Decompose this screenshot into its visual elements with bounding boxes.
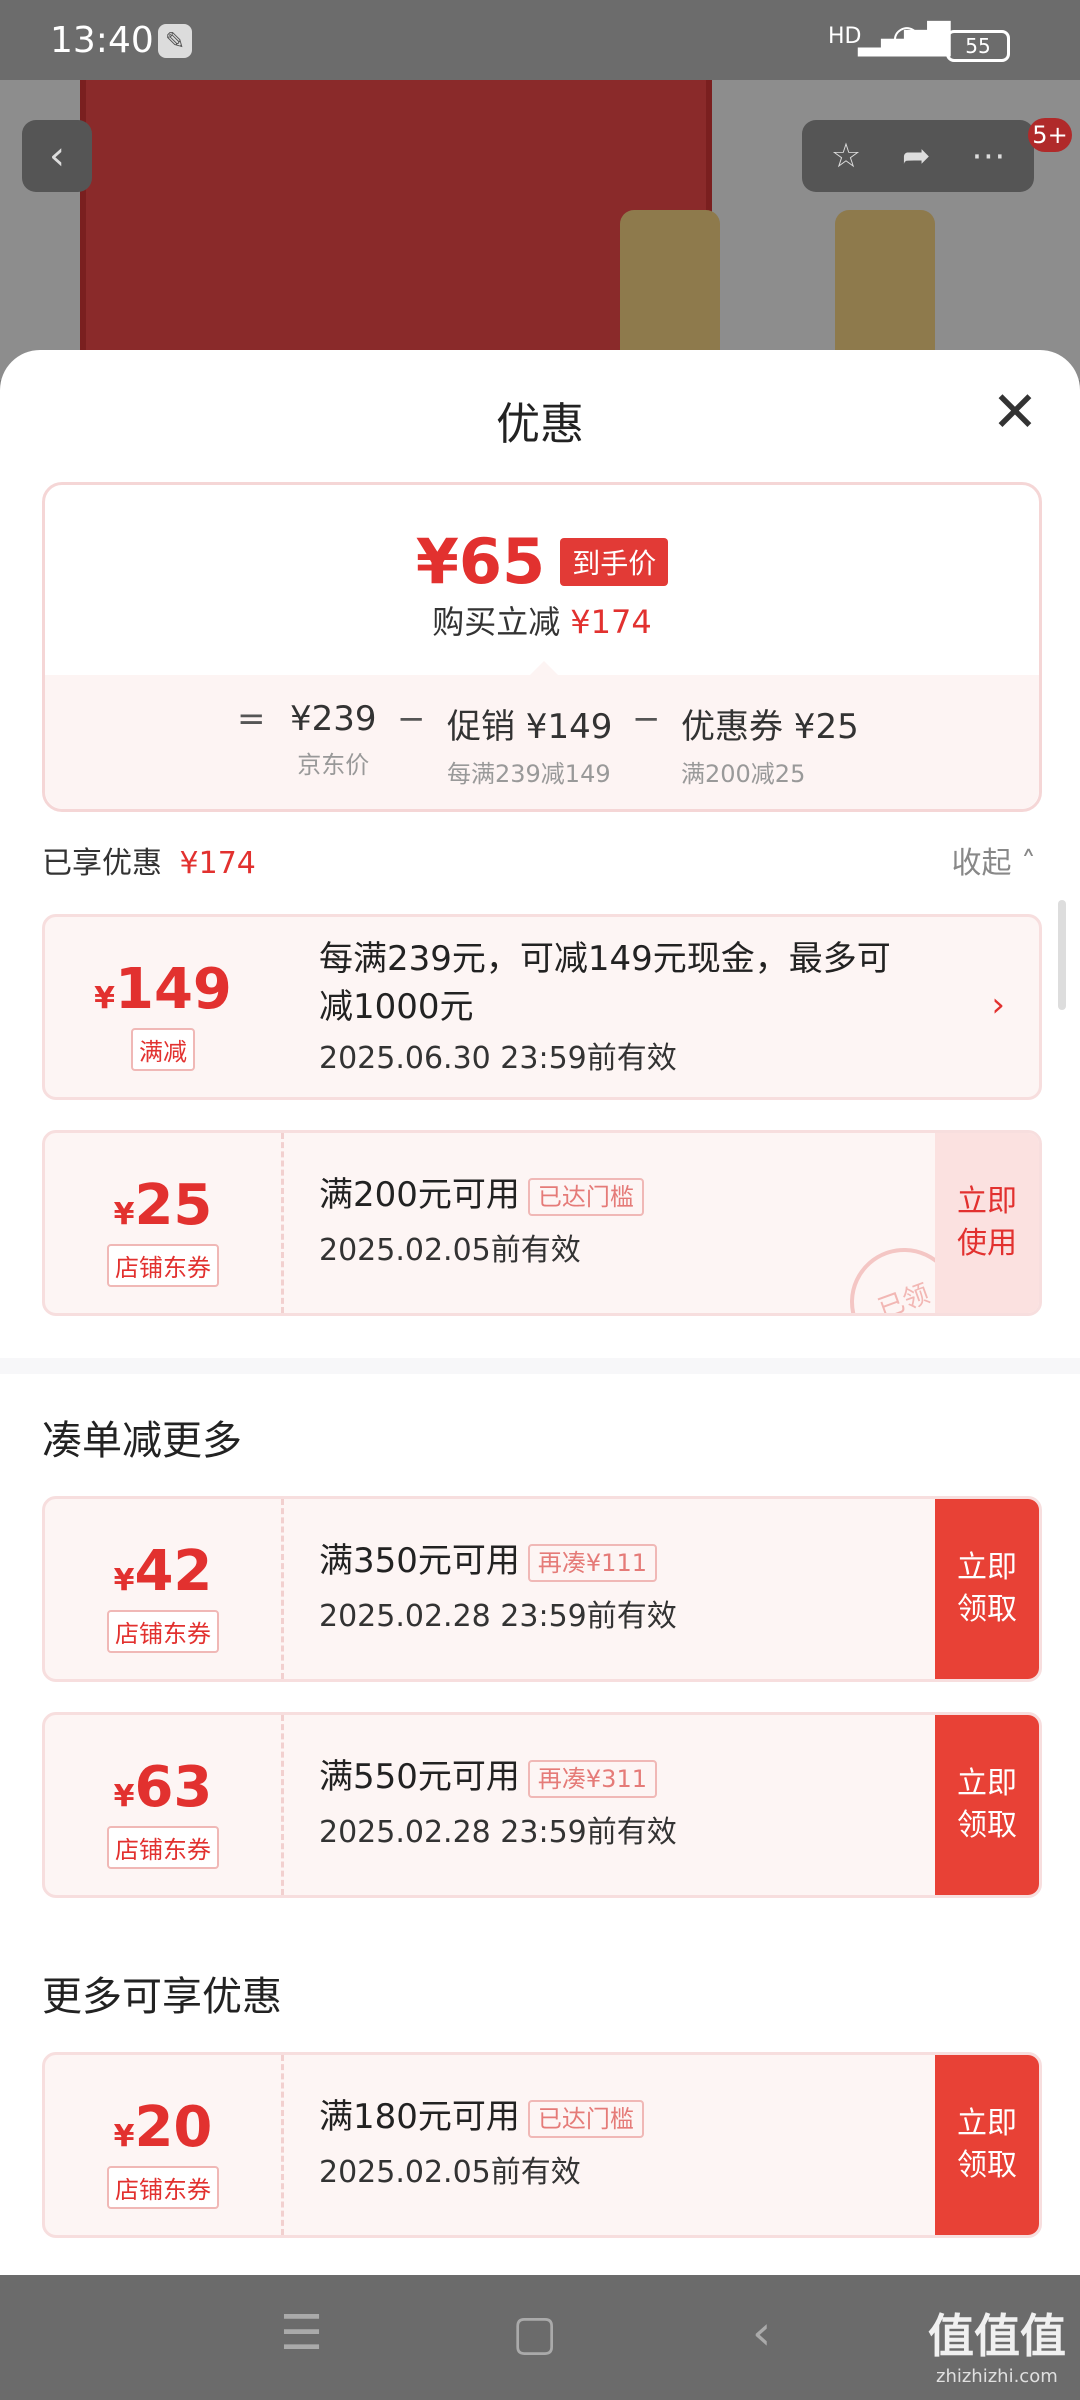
home-icon[interactable]: ▢ — [512, 2305, 557, 2361]
section-title: 更多可享优惠 — [42, 1974, 282, 2020]
enjoyed-discount-row: 已享优惠 ¥174 收起 ˄ — [42, 838, 1036, 882]
coupon-type-tag: 店铺东券 — [107, 1244, 219, 1287]
discount-sheet: 优惠 ✕ ¥65 到手价 购买立减 ¥174 = ¥239 京东价 − 促销 ¥1… — [0, 350, 1080, 2275]
savings-label: 购买立减 — [432, 603, 561, 641]
coupon-condition-tag: 已达门槛 — [527, 1177, 644, 1216]
star-icon[interactable]: ☆ — [831, 136, 861, 176]
savings-row: 购买立减 ¥174 — [45, 597, 1039, 643]
battery-icon: 55 — [946, 30, 1010, 62]
menu-icon[interactable]: ☰ — [280, 2305, 323, 2361]
coupon-amount: 20 — [134, 2095, 213, 2160]
status-bar: 13:40 ✎ HD ▂▄▆█ ◠ 55 — [0, 0, 1080, 80]
coupon-amount: 149 — [114, 957, 232, 1022]
breakdown-item: ¥239 京东价 — [290, 699, 377, 779]
coupon-card: ¥42 店铺东券 满350元可用 再凑¥111 2025.02.28 23:59前… — [42, 1496, 1042, 1682]
coupon-type-tag: 店铺东券 — [107, 1610, 219, 1653]
coupon-amount: 42 — [134, 1539, 213, 1604]
claim-now-button[interactable]: 立即领取 — [935, 1715, 1039, 1895]
claim-now-button[interactable]: 立即领取 — [935, 2055, 1039, 2235]
coupon-title: 每满239元，可减149元现金，最多可减1000元 — [319, 939, 891, 1027]
status-time: 13:40 — [50, 20, 154, 61]
final-price: ¥65 — [415, 525, 546, 598]
coupon-divider — [281, 1715, 284, 1895]
watermark-logo: 值值值 — [928, 2309, 1066, 2363]
coupon-title: 满550元可用 — [319, 1757, 520, 1797]
coupon-valid-date: 2025.02.28 23:59前有效 — [319, 1599, 677, 1634]
chevron-up-icon: ˄ — [1021, 846, 1036, 881]
coupon-type-tag: 店铺东券 — [107, 1826, 219, 1869]
coupon-valid-date: 2025.06.30 23:59前有效 — [319, 1041, 677, 1076]
coupon-amount: 63 — [134, 1755, 213, 1820]
back-nav-icon[interactable]: ‹ — [752, 2305, 771, 2361]
coupon-type-tag: 满减 — [131, 1028, 195, 1071]
minus-sign: − — [632, 699, 661, 739]
coupon-card: ¥25 店铺东券 满200元可用 已达门槛 2025.02.05前有效 已领 立即… — [42, 1130, 1042, 1316]
gift-box-image — [80, 80, 712, 380]
final-price-tag: 到手价 — [560, 537, 669, 586]
enjoyed-label: 已享优惠 — [42, 846, 162, 881]
share-icon[interactable]: ➦ — [902, 136, 931, 176]
hd-signal-label: HD — [828, 24, 862, 49]
sheet-title: 优惠 — [496, 399, 584, 450]
final-price-row: ¥65 到手价 — [45, 525, 1039, 598]
message-badge: 5+ — [1028, 118, 1072, 152]
enjoyed-amount: ¥174 — [179, 846, 256, 881]
more-icon[interactable]: ⋯ — [971, 136, 1005, 176]
scrollbar[interactable] — [1058, 900, 1066, 1010]
wifi-icon: ◠ — [892, 18, 922, 58]
collapse-button[interactable]: 收起 ˄ — [951, 838, 1036, 882]
coupon-divider — [281, 1133, 284, 1313]
coupon-card: ¥63 店铺东券 满550元可用 再凑¥311 2025.02.28 23:59前… — [42, 1712, 1042, 1898]
chevron-right-icon[interactable]: › — [991, 985, 1005, 1025]
coupon-title: 满350元可用 — [319, 1541, 520, 1581]
coupon-valid-date: 2025.02.05前有效 — [319, 2155, 581, 2190]
minus-sign: − — [397, 699, 426, 739]
watermark-url: zhizhizhi.com — [936, 2366, 1058, 2387]
pointer-triangle — [530, 661, 558, 675]
coupon-condition-tag: 再凑¥111 — [527, 1543, 657, 1582]
system-nav-bar: ☰ ▢ ‹ — [0, 2275, 1080, 2400]
claim-now-button[interactable]: 立即领取 — [935, 1499, 1039, 1679]
section-title: 凑单减更多 — [42, 1418, 242, 1464]
breakdown-item: 促销 ¥149 每满239减149 — [447, 707, 613, 788]
coupon-amount: 25 — [134, 1173, 213, 1238]
top-actions: ☆ ➦ ⋯ — [802, 120, 1034, 192]
price-breakdown: = ¥239 京东价 − 促销 ¥149 每满239减149 − 优惠券 ¥25… — [45, 675, 1039, 809]
close-icon[interactable]: ✕ — [990, 385, 1040, 441]
section-gap — [0, 1358, 1080, 1374]
equals-sign: = — [237, 699, 266, 739]
coupon-divider — [281, 2055, 284, 2235]
coupon-type-tag: 店铺东券 — [107, 2166, 219, 2209]
wrench-icon: ✎ — [158, 24, 192, 58]
breakdown-item: 优惠券 ¥25 满200减25 — [681, 707, 859, 788]
back-button[interactable]: ‹ — [22, 120, 92, 192]
savings-amount: ¥174 — [570, 603, 652, 641]
coupon-title: 满180元可用 — [319, 2097, 520, 2137]
coupon-title: 满200元可用 — [319, 1175, 520, 1215]
use-now-button[interactable]: 立即使用 — [935, 1133, 1039, 1313]
coupon-card[interactable]: ¥149 满减 每满239元，可减149元现金，最多可减1000元 2025.0… — [42, 914, 1042, 1100]
coupon-divider — [281, 1499, 284, 1679]
coupon-condition-tag: 再凑¥311 — [527, 1759, 657, 1798]
coupon-valid-date: 2025.02.28 23:59前有效 — [319, 1815, 677, 1850]
coupon-condition-tag: 已达门槛 — [527, 2099, 644, 2138]
price-summary-card: ¥65 到手价 购买立减 ¥174 = ¥239 京东价 − 促销 ¥149 每满… — [42, 482, 1042, 812]
coupon-card: ¥20 店铺东券 满180元可用 已达门槛 2025.02.05前有效 立即领取 — [42, 2052, 1042, 2238]
